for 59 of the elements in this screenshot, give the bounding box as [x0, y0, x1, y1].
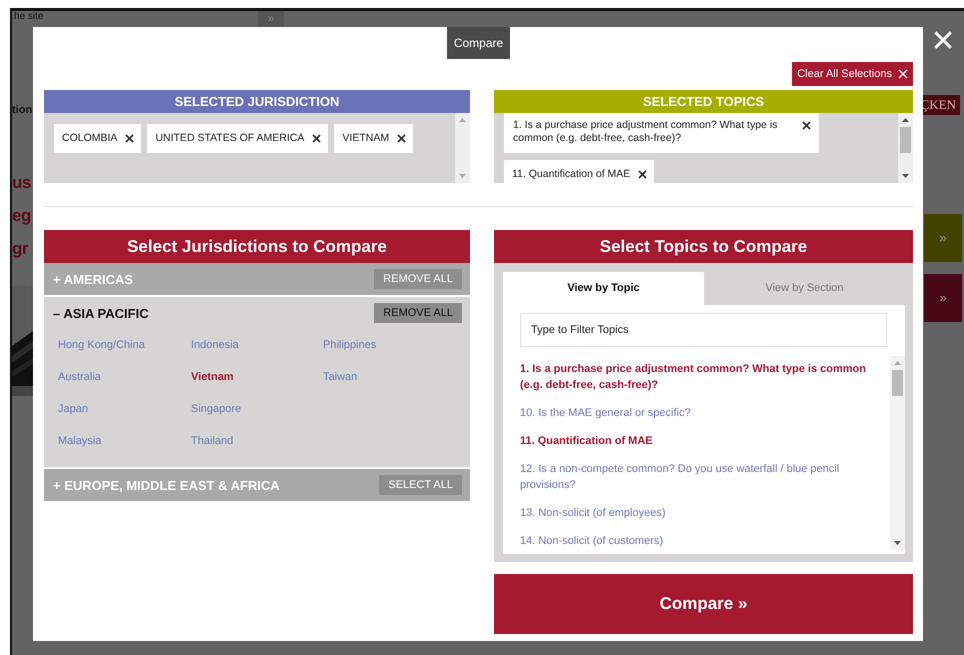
close-button[interactable]: ✕ [928, 26, 958, 58]
country-link[interactable]: Indonesia [191, 339, 323, 351]
topic-link[interactable]: 12. Is a non-compete common? Do you use waterfall / blue pencil provisions? [520, 461, 890, 493]
scroll-thumb[interactable] [892, 370, 903, 396]
panel-header: Select Topics to Compare [494, 230, 913, 263]
remove-icon[interactable] [125, 132, 134, 143]
country-link[interactable]: Japan [58, 403, 191, 415]
topic-link[interactable]: 10. Is the MAE general or specific? [520, 405, 691, 421]
region-action-button[interactable]: REMOVE ALL [374, 269, 462, 289]
topic-link[interactable]: 13. Non-solicit (of employees) [520, 505, 666, 521]
compare-tab[interactable]: Compare [446, 27, 510, 59]
compare-button[interactable]: Compare » [494, 574, 913, 634]
view-tab[interactable]: View by Section [704, 272, 905, 305]
chip-label: 1. Is a purchase price adjustment common? What type is common (e.g. debt-free, cash-free)? [513, 119, 778, 145]
headline-text: eg [12, 206, 31, 226]
country-link[interactable]: Philippines [323, 339, 456, 351]
clear-selections-button[interactable]: Clear All Selections [792, 62, 913, 86]
country-link[interactable]: Taiwan [323, 371, 456, 383]
headline-text: gr [12, 239, 28, 259]
arrow-button[interactable]: » [258, 11, 284, 27]
remove-icon[interactable] [638, 168, 648, 179]
panel-header: SELECTED TOPICS [494, 90, 913, 113]
country-link[interactable]: Hong Kong/China [58, 339, 191, 351]
region-toggle[interactable]: – ASIA PACIFIC [53, 306, 149, 320]
country-link[interactable]: Vietnam [191, 371, 323, 383]
scrollbar[interactable] [898, 113, 913, 183]
view-tab[interactable]: View by Topic [503, 272, 704, 305]
scroll-down-icon[interactable] [894, 541, 901, 545]
panel-header: SELECTED JURISDICTION [44, 90, 470, 113]
topic-link[interactable]: 14. Non-solicit (of customers) [520, 533, 664, 549]
remove-icon[interactable] [397, 132, 406, 143]
scrollbar[interactable] [890, 356, 905, 550]
panel-header: Select Jurisdictions to Compare [44, 230, 470, 263]
region-action-button[interactable]: SELECT ALL [379, 475, 462, 495]
headline-text: us [12, 173, 31, 193]
remove-icon[interactable] [312, 132, 322, 143]
region-action-button[interactable]: REMOVE ALL [374, 303, 462, 323]
country-link[interactable]: Australia [58, 371, 191, 383]
chip-label: 11. Quantification of MAE [512, 168, 630, 181]
scroll-thumb[interactable] [900, 127, 911, 153]
site-note: he site [14, 11, 44, 22]
topic-link[interactable]: 1. Is a purchase price adjustment common? What type is common (e.g. debt-free, cash-free)? [520, 361, 890, 393]
side-button[interactable]: » [924, 274, 962, 322]
region-toggle[interactable]: + EUROPE, MIDDLE EAST & AFRICA [53, 478, 280, 492]
side-button[interactable]: » [924, 214, 962, 262]
country-link[interactable]: Singapore [191, 403, 323, 415]
country-link[interactable]: Malaysia [58, 435, 191, 447]
scroll-down-icon[interactable] [902, 174, 909, 178]
close-icon[interactable] [898, 69, 908, 79]
country-link[interactable]: Thailand [191, 435, 323, 447]
nav-label: tion [12, 104, 32, 116]
chip-label: VIETNAM [342, 132, 390, 145]
scroll-up-icon[interactable] [902, 118, 909, 122]
filter-field[interactable]: Type to Filter Topics [520, 313, 887, 347]
remove-icon[interactable] [802, 119, 811, 130]
region-toggle[interactable]: + AMERICAS [53, 272, 134, 286]
chip-label: UNITED STATES OF AMERICA [155, 132, 304, 145]
topic-link[interactable]: 11. Quantification of MAE [520, 433, 653, 449]
chip-label: COLOMBIA [62, 132, 118, 145]
